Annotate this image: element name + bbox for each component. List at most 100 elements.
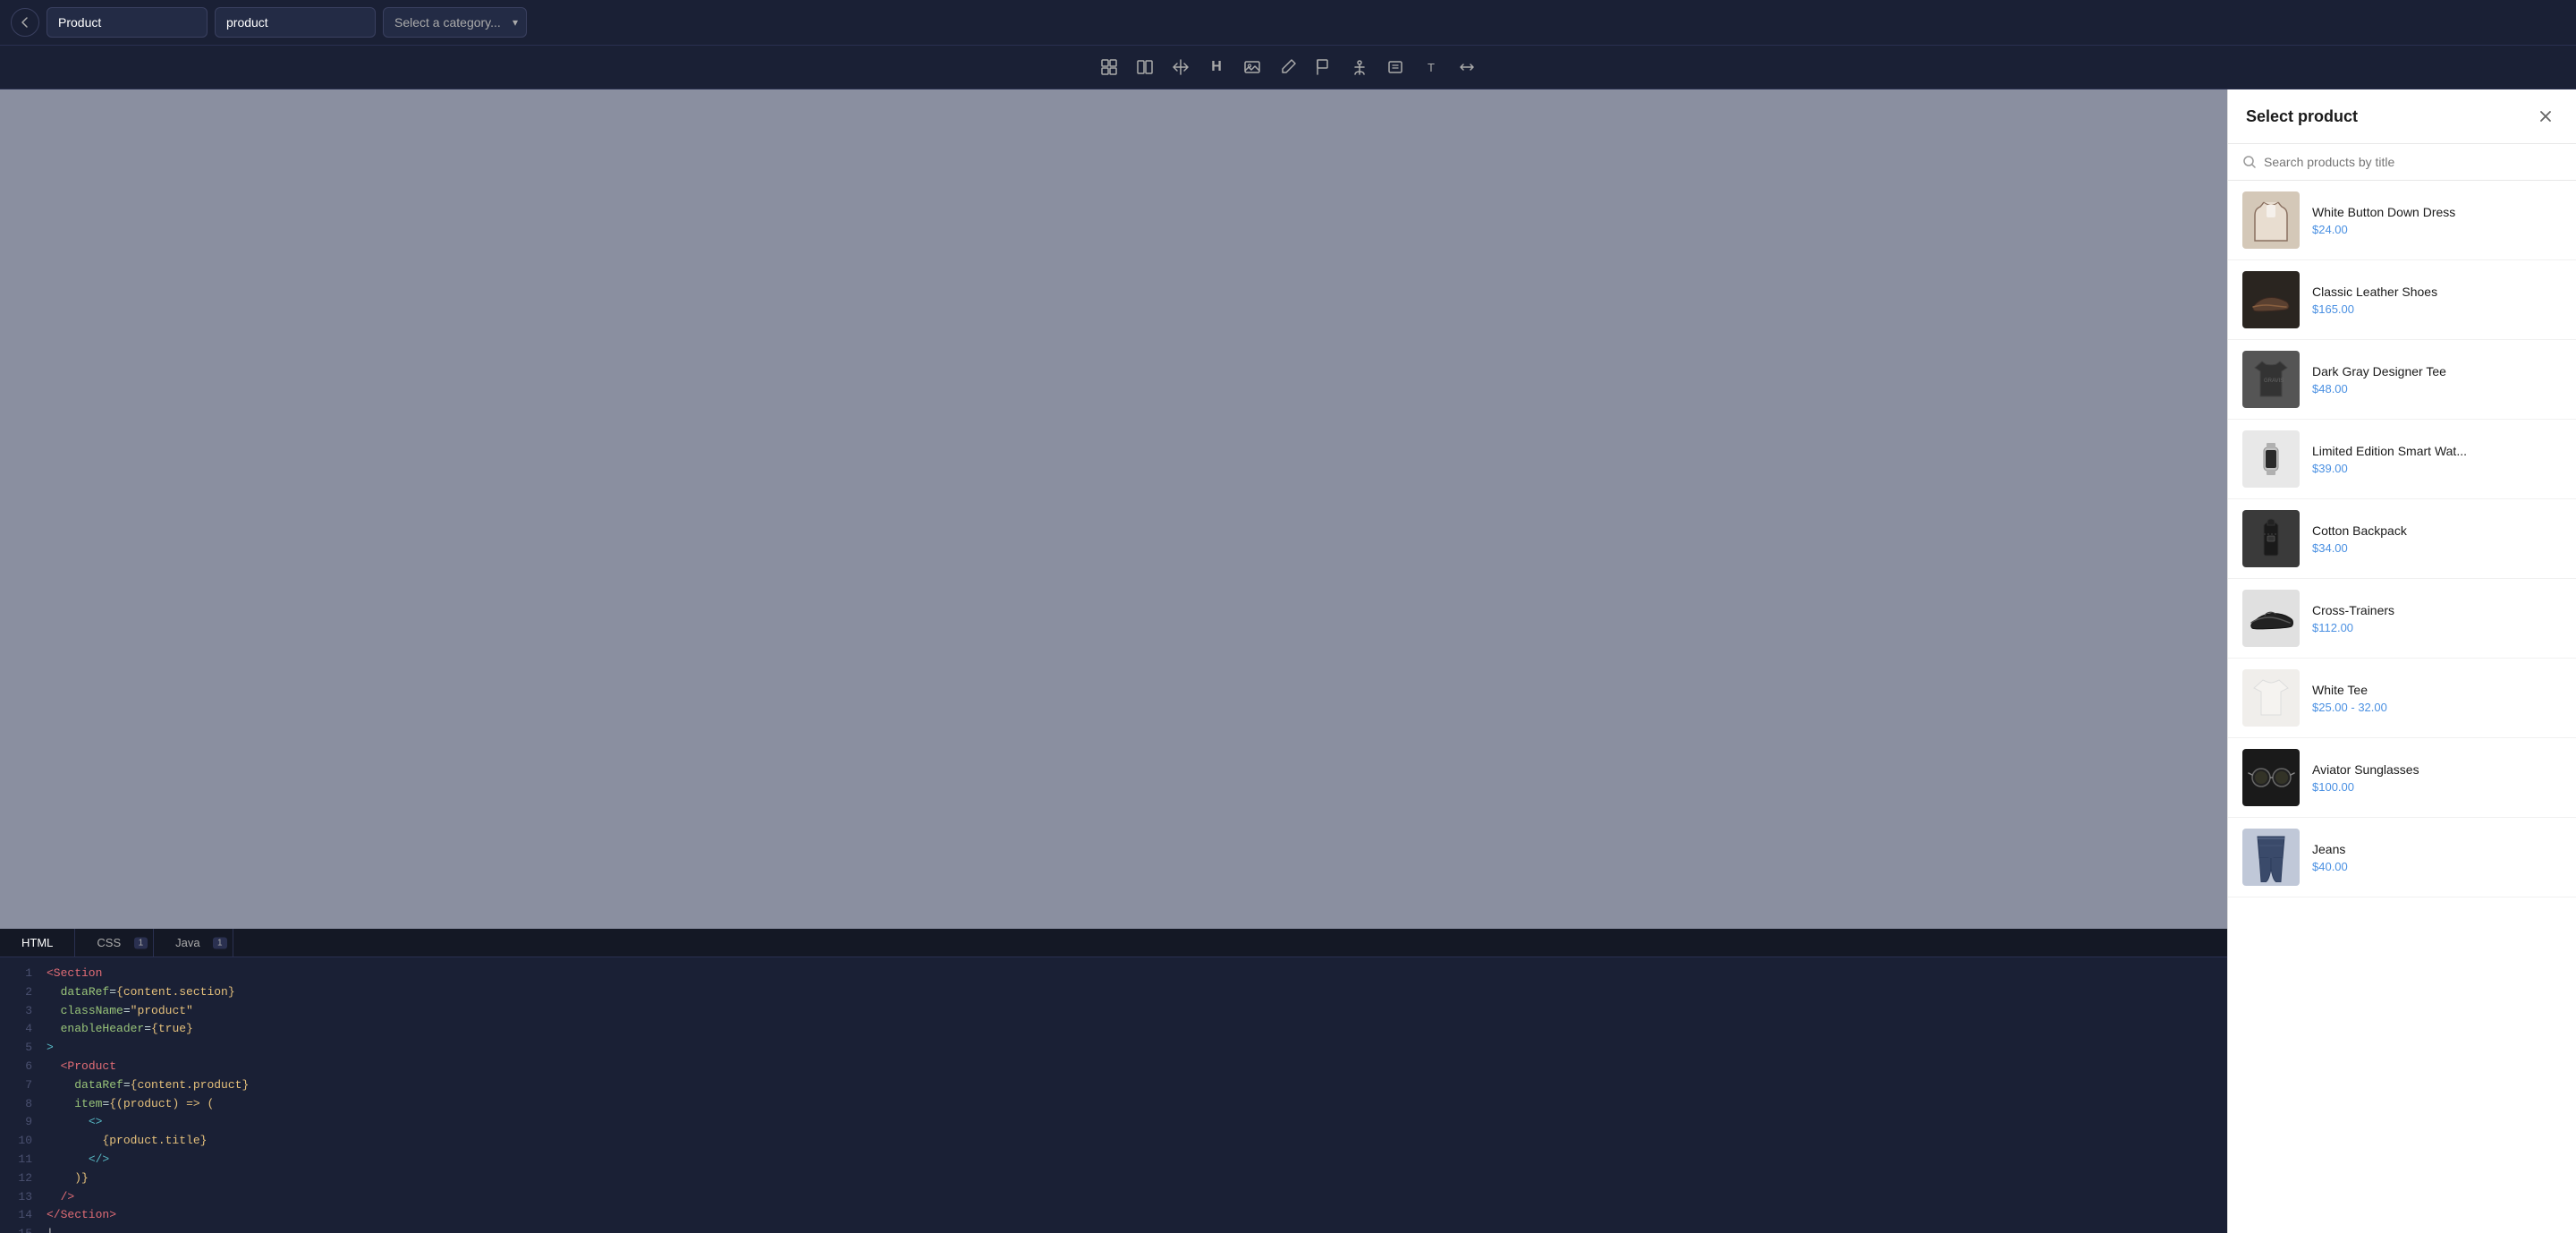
product-price: $48.00 [2312,382,2562,395]
product-thumbnail [2242,271,2300,328]
product-info: Dark Gray Designer Tee $48.00 [2312,364,2562,395]
editor-toolbar: H T [0,46,2576,89]
product-item[interactable]: White Tee $25.00 - 32.00 [2228,659,2576,738]
move-toolbar-btn[interactable] [1165,51,1197,83]
tab-css[interactable]: CSS 1 [75,929,154,957]
product-price: $39.00 [2312,462,2562,475]
product-item[interactable]: Classic Leather Shoes $165.00 [2228,260,2576,340]
preview-area [0,89,2227,929]
svg-text:GRAVIS: GRAVIS [2264,378,2284,384]
product-thumbnail [2242,430,2300,488]
editor-area: HTML CSS 1 Java 1 1 <Section 2 d [0,89,2227,1233]
tab-javascript[interactable]: Java 1 [154,929,233,957]
code-line-1: 1 <Section [0,965,2227,983]
product-thumbnail [2242,510,2300,567]
product-thumbnail [2242,829,2300,886]
category-select-wrapper: Select a category... Clothing Shoes Acce… [383,7,527,38]
product-item[interactable]: Jeans $40.00 [2228,818,2576,897]
anchor-toolbar-btn[interactable] [1343,51,1376,83]
product-panel: Select product [2227,89,2576,1233]
product-name: Dark Gray Designer Tee [2312,364,2562,378]
code-line-9: 9 <> [0,1113,2227,1132]
code-line-3: 3 className="product" [0,1002,2227,1021]
product-name: Limited Edition Smart Wat... [2312,444,2562,458]
product-name-input[interactable] [47,7,208,38]
product-info: Classic Leather Shoes $165.00 [2312,285,2562,316]
code-line-13: 13 /> [0,1188,2227,1207]
code-line-14: 14 </Section> [0,1206,2227,1225]
code-line-8: 8 item={(product) => ( [0,1095,2227,1114]
product-price: $40.00 [2312,860,2562,873]
product-thumbnail [2242,669,2300,727]
product-price: $100.00 [2312,780,2562,794]
text-small-icon: T [1428,61,1435,74]
paint-toolbar-btn[interactable] [1272,51,1304,83]
section-toolbar-btn[interactable] [1093,51,1125,83]
code-tabs: HTML CSS 1 Java 1 [0,929,2227,957]
product-name: Classic Leather Shoes [2312,285,2562,299]
product-thumbnail [2242,590,2300,647]
css-badge: 1 [134,937,148,948]
text-small-toolbar-btn[interactable]: T [1415,51,1447,83]
code-line-12: 12 )} [0,1169,2227,1188]
back-button[interactable] [11,8,39,37]
image-toolbar-btn[interactable] [1236,51,1268,83]
category-select[interactable]: Select a category... Clothing Shoes Acce… [383,7,527,38]
product-price: $34.00 [2312,541,2562,555]
code-line-4: 4 enableHeader={true} [0,1020,2227,1039]
product-thumbnail [2242,749,2300,806]
search-input[interactable] [2264,155,2562,169]
flag-toolbar-btn[interactable] [1308,51,1340,83]
product-name: Jeans [2312,842,2562,856]
product-name: Cotton Backpack [2312,523,2562,538]
text-large-toolbar-btn[interactable] [1379,51,1411,83]
code-line-10: 10 {product.title} [0,1132,2227,1151]
product-item[interactable]: GRAVIS Dark Gray Designer Tee $48.00 [2228,340,2576,420]
product-info: White Button Down Dress $24.00 [2312,205,2562,236]
main-area: HTML CSS 1 Java 1 1 <Section 2 d [0,89,2576,1233]
product-item[interactable]: Cross-Trainers $112.00 [2228,579,2576,659]
product-info: Cross-Trainers $112.00 [2312,603,2562,634]
product-thumbnail [2242,191,2300,249]
panel-title: Select product [2246,107,2358,126]
expand-toolbar-btn[interactable] [1451,51,1483,83]
product-field-input[interactable] [215,7,376,38]
product-info: Jeans $40.00 [2312,842,2562,873]
code-line-2: 2 dataRef={content.section} [0,983,2227,1002]
product-item[interactable]: White Button Down Dress $24.00 [2228,181,2576,260]
code-line-5: 5 > [0,1039,2227,1058]
product-price: $165.00 [2312,302,2562,316]
product-name: Aviator Sunglasses [2312,762,2562,777]
tab-html[interactable]: HTML [0,929,75,957]
code-area: HTML CSS 1 Java 1 1 <Section 2 d [0,929,2227,1233]
product-name: Cross-Trainers [2312,603,2562,617]
product-price: $112.00 [2312,621,2562,634]
product-info: Limited Edition Smart Wat... $39.00 [2312,444,2562,475]
product-thumbnail: GRAVIS [2242,351,2300,408]
code-line-15: 15 | [0,1225,2227,1233]
product-list: White Button Down Dress $24.00 Classic L… [2228,181,2576,1233]
product-item[interactable]: Cotton Backpack $34.00 [2228,499,2576,579]
h-icon: H [1211,59,1222,75]
product-info: White Tee $25.00 - 32.00 [2312,683,2562,714]
code-line-6: 6 <Product [0,1058,2227,1076]
heading-toolbar-btn[interactable]: H [1200,51,1233,83]
search-icon [2242,155,2257,169]
columns-toolbar-btn[interactable] [1129,51,1161,83]
panel-header: Select product [2228,89,2576,144]
product-item[interactable]: Limited Edition Smart Wat... $39.00 [2228,420,2576,499]
code-line-7: 7 dataRef={content.product} [0,1076,2227,1095]
product-name: White Button Down Dress [2312,205,2562,219]
code-content: 1 <Section 2 dataRef={content.section} 3… [0,957,2227,1233]
code-line-11: 11 </> [0,1151,2227,1169]
product-info: Cotton Backpack $34.00 [2312,523,2562,555]
product-info: Aviator Sunglasses $100.00 [2312,762,2562,794]
search-bar [2228,144,2576,181]
close-panel-button[interactable] [2533,104,2558,129]
product-price: $24.00 [2312,223,2562,236]
product-name: White Tee [2312,683,2562,697]
product-price: $25.00 - 32.00 [2312,701,2562,714]
js-badge: 1 [213,937,227,948]
product-item[interactable]: Aviator Sunglasses $100.00 [2228,738,2576,818]
top-bar: Select a category... Clothing Shoes Acce… [0,0,2576,46]
